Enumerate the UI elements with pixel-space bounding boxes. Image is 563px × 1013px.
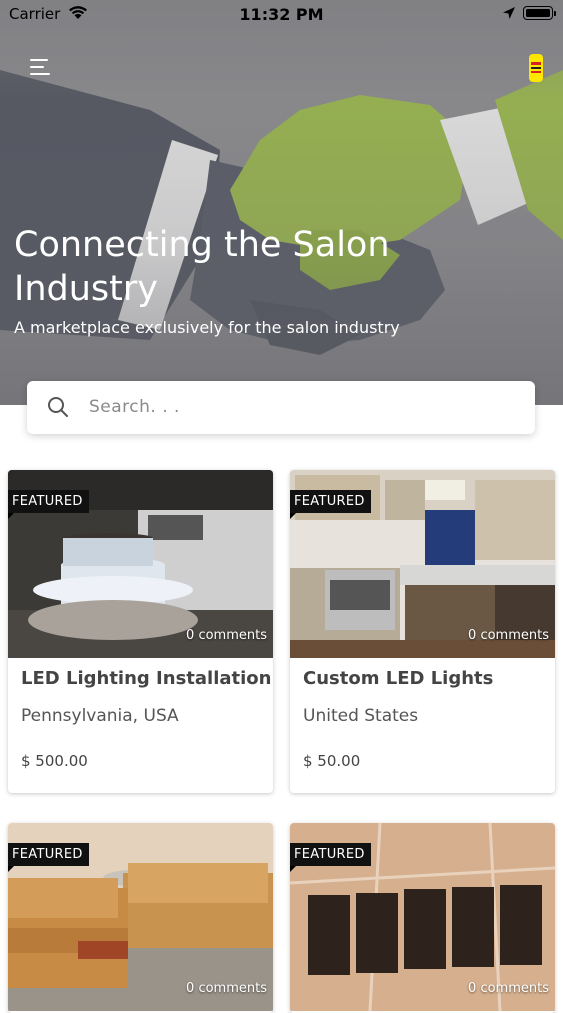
location-arrow-icon [503,7,515,19]
featured-badge: FEATURED [8,843,89,872]
comment-count: 0 comments [186,628,267,643]
clock: 11:32 PM [239,5,324,24]
search-input[interactable]: Search. . . [89,397,180,417]
hero-title: Connecting the Salon Industry [14,225,390,309]
listing-price: $ 500.00 [21,752,88,770]
battery-icon [523,6,556,20]
featured-badge: FEATURED [290,843,371,872]
comment-count: 0 comments [186,981,267,996]
listing-card[interactable]: FEATURED 0 comments [290,823,555,1013]
hero-banner [0,0,563,405]
featured-badge: FEATURED [290,490,371,519]
listing-card[interactable]: FEATURED 0 comments LED Lighting Install… [8,470,273,793]
comment-count: 0 comments [468,628,549,643]
listing-price: $ 50.00 [303,752,361,770]
listing-location: United States [303,706,419,726]
listing-title[interactable]: LED Lighting Installation [21,668,271,689]
hero-overlay [0,0,563,405]
featured-badge: FEATURED [8,490,89,519]
status-bar: Carrier 11:32 PM [0,0,563,30]
listing-card[interactable]: FEATURED 0 comments [8,823,273,1013]
search-bar[interactable]: Search. . . [27,381,535,434]
listing-location: Pennsylvania, USA [21,706,179,726]
menu-icon[interactable] [30,56,54,78]
listing-title[interactable]: Custom LED Lights [303,668,493,689]
app-logo-icon[interactable] [528,53,544,83]
hero-subtitle: A marketplace exclusively for the salon … [14,318,400,337]
search-icon [48,397,68,417]
listing-card[interactable]: FEATURED 0 comments Custom LED Lights Un… [290,470,555,793]
comment-count: 0 comments [468,981,549,996]
